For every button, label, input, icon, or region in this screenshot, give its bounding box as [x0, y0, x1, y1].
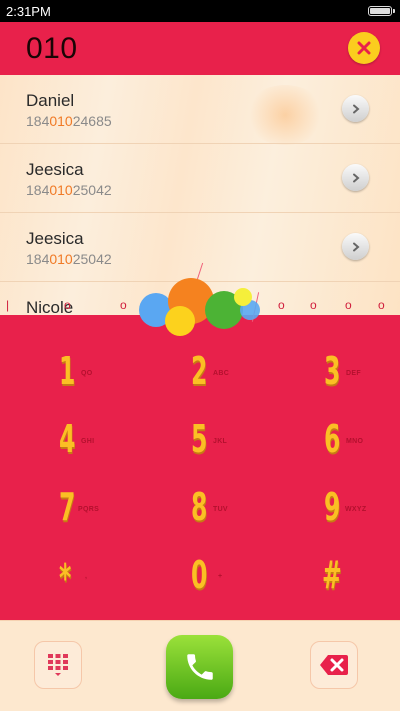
- chevron-right-icon: [352, 104, 360, 113]
- call-button[interactable]: [166, 635, 233, 699]
- phone-icon: [186, 654, 213, 680]
- number-match-highlight: 010: [49, 251, 73, 267]
- contact-detail-button[interactable]: [342, 233, 369, 260]
- contact-number: 18401024685: [26, 113, 112, 129]
- key-star[interactable]: * ,: [33, 551, 133, 621]
- contact-number: 18401025042: [26, 251, 112, 267]
- key-3[interactable]: 3 DEF: [298, 347, 398, 417]
- delete-button[interactable]: [310, 641, 358, 689]
- key-7[interactable]: 7 PQRS: [33, 483, 133, 553]
- battery-icon: [368, 6, 395, 16]
- contact-name: Daniel: [26, 91, 75, 110]
- dialed-number: 010: [26, 32, 78, 65]
- dialpad-grid-icon: [48, 654, 68, 676]
- chevron-right-icon: [352, 242, 360, 251]
- key-4[interactable]: 4 GHI: [33, 415, 133, 485]
- key-hash[interactable]: #: [298, 551, 398, 621]
- backspace-icon: [320, 655, 348, 675]
- contact-detail-button[interactable]: [342, 164, 369, 191]
- number-match-highlight: 010: [49, 182, 73, 198]
- key-2[interactable]: 2 ABC: [165, 347, 265, 417]
- key-9[interactable]: 9 WXYZ: [298, 483, 398, 553]
- bottom-action-bar: [0, 620, 400, 711]
- close-icon: [357, 41, 371, 55]
- contact-detail-button[interactable]: [342, 95, 369, 122]
- contact-number: 18401025042: [26, 182, 112, 198]
- contact-row[interactable]: Jeesica 18401025042: [0, 144, 400, 213]
- dial-pad: 1 QO 2 ABC 3 DEF 4 GHI 5 JKL 6 MNO 7 PQR…: [0, 315, 400, 620]
- contact-name: Jeesica: [26, 229, 84, 248]
- key-0[interactable]: 0 +: [165, 551, 265, 621]
- dialed-number-bar: 010: [0, 22, 400, 75]
- status-bar: 2:31PM: [0, 0, 400, 22]
- clear-button[interactable]: [348, 32, 380, 64]
- status-time: 2:31PM: [6, 3, 51, 19]
- toggle-keypad-button[interactable]: [34, 641, 82, 689]
- number-match-highlight: 010: [49, 113, 73, 129]
- contact-name: Jeesica: [26, 160, 84, 179]
- key-1[interactable]: 1 QO: [33, 347, 133, 417]
- chevron-right-icon: [352, 173, 360, 182]
- voicemail-icon: QO: [81, 370, 93, 377]
- key-6[interactable]: 6 MNO: [298, 415, 398, 485]
- key-8[interactable]: 8 TUV: [165, 483, 265, 553]
- contact-row[interactable]: Daniel 18401024685: [0, 75, 400, 144]
- key-5[interactable]: 5 JKL: [165, 415, 265, 485]
